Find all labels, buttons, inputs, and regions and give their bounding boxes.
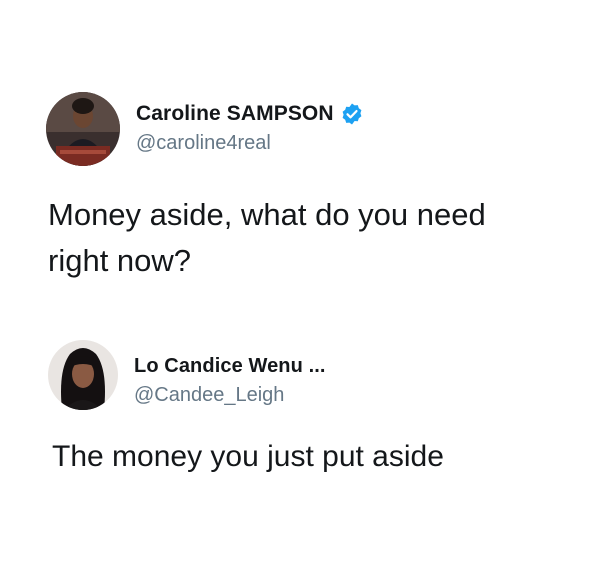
tweet-text-line: Money aside, what do you need <box>48 197 486 232</box>
avatar[interactable] <box>48 340 118 410</box>
tweet-text: Money aside, what do you need right now? <box>48 192 568 284</box>
author-names: Lo Candice Wenu ... @Candee_Leigh <box>134 352 326 407</box>
author-names: Caroline SAMPSON @caroline4real <box>136 100 364 155</box>
display-name-row: Lo Candice Wenu ... <box>134 352 326 380</box>
verified-badge-icon <box>340 102 364 126</box>
tweet-text-line: The money you just put aside <box>52 440 444 473</box>
tweet-text: The money you just put aside <box>52 434 572 480</box>
tweet-header: Lo Candice Wenu ... @Candee_Leigh <box>0 340 600 416</box>
display-name[interactable]: Lo Candice Wenu ... <box>134 355 326 378</box>
display-name[interactable]: Caroline SAMPSON <box>136 102 334 126</box>
tweet-card: Lo Candice Wenu ... @Candee_Leigh The mo… <box>0 340 600 473</box>
handle[interactable]: @Candee_Leigh <box>134 384 326 407</box>
display-name-row: Caroline SAMPSON <box>136 100 364 128</box>
tweet-card: Caroline SAMPSON @caroline4real Money as… <box>0 92 600 278</box>
avatar[interactable] <box>46 92 120 166</box>
handle[interactable]: @caroline4real <box>136 132 364 155</box>
tweet-text-line: right now? <box>48 243 192 278</box>
tweet-header: Caroline SAMPSON @caroline4real <box>0 92 600 168</box>
